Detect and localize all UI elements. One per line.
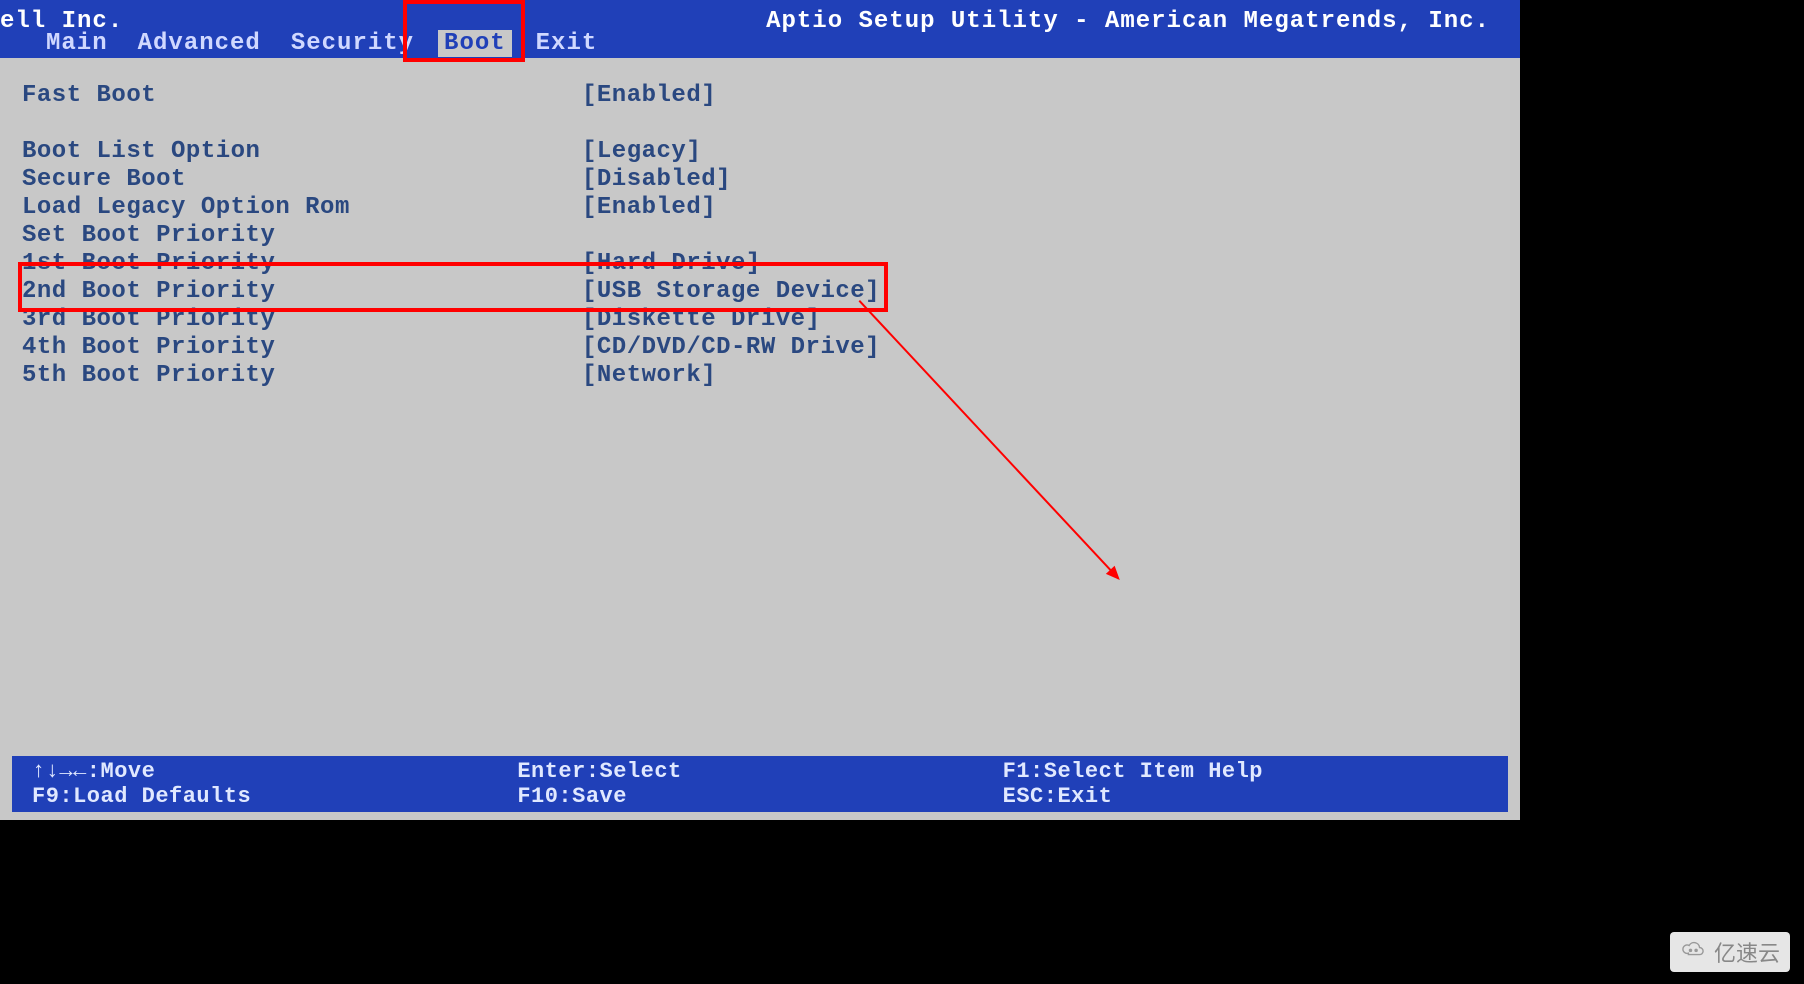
- tab-main[interactable]: Main: [40, 30, 114, 57]
- help-row-2: F9:Load Defaults F10:Save ESC:Exit: [32, 784, 1488, 809]
- setting-set-boot-priority[interactable]: Set Boot Priority: [22, 222, 1498, 250]
- help-row-1: ↑↓→←:Move Enter:Select F1:Select Item He…: [32, 759, 1488, 784]
- setting-label: Secure Boot: [22, 166, 582, 194]
- watermark-text: 亿速云: [1714, 936, 1780, 968]
- setting-value: [Diskette Drive]: [582, 306, 820, 334]
- help-item-help: F1:Select Item Help: [1003, 759, 1488, 784]
- menu-bar: ell Inc. Aptio Setup Utility - American …: [0, 0, 1520, 58]
- setting-value: [Enabled]: [582, 194, 716, 222]
- tab-boot[interactable]: Boot: [438, 30, 512, 57]
- blank-row: [22, 110, 1498, 138]
- tab-exit[interactable]: Exit: [530, 30, 604, 57]
- setting-value: [Hard Drive]: [582, 250, 761, 278]
- help-save: F10:Save: [517, 784, 1002, 809]
- setting-label: 1st Boot Priority: [22, 250, 582, 278]
- help-exit: ESC:Exit: [1003, 784, 1488, 809]
- setting-value: [Disabled]: [582, 166, 731, 194]
- setting-boot-list-option[interactable]: Boot List Option [Legacy]: [22, 138, 1498, 166]
- setting-1st-boot-priority[interactable]: 1st Boot Priority [Hard Drive]: [22, 250, 1498, 278]
- setting-value: [Enabled]: [582, 82, 716, 110]
- watermark: 亿速云: [1670, 932, 1790, 972]
- setting-label: 5th Boot Priority: [22, 362, 582, 390]
- setting-4th-boot-priority[interactable]: 4th Boot Priority [CD/DVD/CD-RW Drive]: [22, 334, 1498, 362]
- setting-5th-boot-priority[interactable]: 5th Boot Priority [Network]: [22, 362, 1498, 390]
- setting-value: [Network]: [582, 362, 716, 390]
- setting-3rd-boot-priority[interactable]: 3rd Boot Priority [Diskette Drive]: [22, 306, 1498, 334]
- tab-list: Main Advanced Security Boot Exit: [40, 30, 603, 57]
- setting-2nd-boot-priority[interactable]: 2nd Boot Priority [USB Storage Device]: [22, 278, 1498, 306]
- setting-value: [USB Storage Device]: [582, 278, 880, 306]
- cloud-icon: [1680, 939, 1708, 965]
- help-load-defaults: F9:Load Defaults: [32, 784, 517, 809]
- setting-secure-boot[interactable]: Secure Boot [Disabled]: [22, 166, 1498, 194]
- setting-label: 3rd Boot Priority: [22, 306, 582, 334]
- setting-label: Set Boot Priority: [22, 222, 582, 250]
- setting-value: [Legacy]: [582, 138, 701, 166]
- setting-label: 4th Boot Priority: [22, 334, 582, 362]
- setting-load-legacy-option-rom[interactable]: Load Legacy Option Rom [Enabled]: [22, 194, 1498, 222]
- help-move: ↑↓→←:Move: [32, 759, 517, 784]
- bios-screen: ell Inc. Aptio Setup Utility - American …: [0, 0, 1520, 820]
- tab-security[interactable]: Security: [285, 30, 420, 57]
- tab-advanced[interactable]: Advanced: [132, 30, 267, 57]
- help-select: Enter:Select: [517, 759, 1002, 784]
- setting-fast-boot[interactable]: Fast Boot [Enabled]: [22, 82, 1498, 110]
- setting-label: Fast Boot: [22, 82, 582, 110]
- settings-panel: Fast Boot [Enabled] Boot List Option [Le…: [12, 62, 1508, 750]
- setting-label: Boot List Option: [22, 138, 582, 166]
- help-bar: ↑↓→←:Move Enter:Select F1:Select Item He…: [12, 756, 1508, 812]
- setting-label: Load Legacy Option Rom: [22, 194, 582, 222]
- setting-value: [CD/DVD/CD-RW Drive]: [582, 334, 880, 362]
- setting-label: 2nd Boot Priority: [22, 278, 582, 306]
- utility-title: Aptio Setup Utility - American Megatrend…: [766, 8, 1490, 35]
- setting-label: [22, 110, 582, 138]
